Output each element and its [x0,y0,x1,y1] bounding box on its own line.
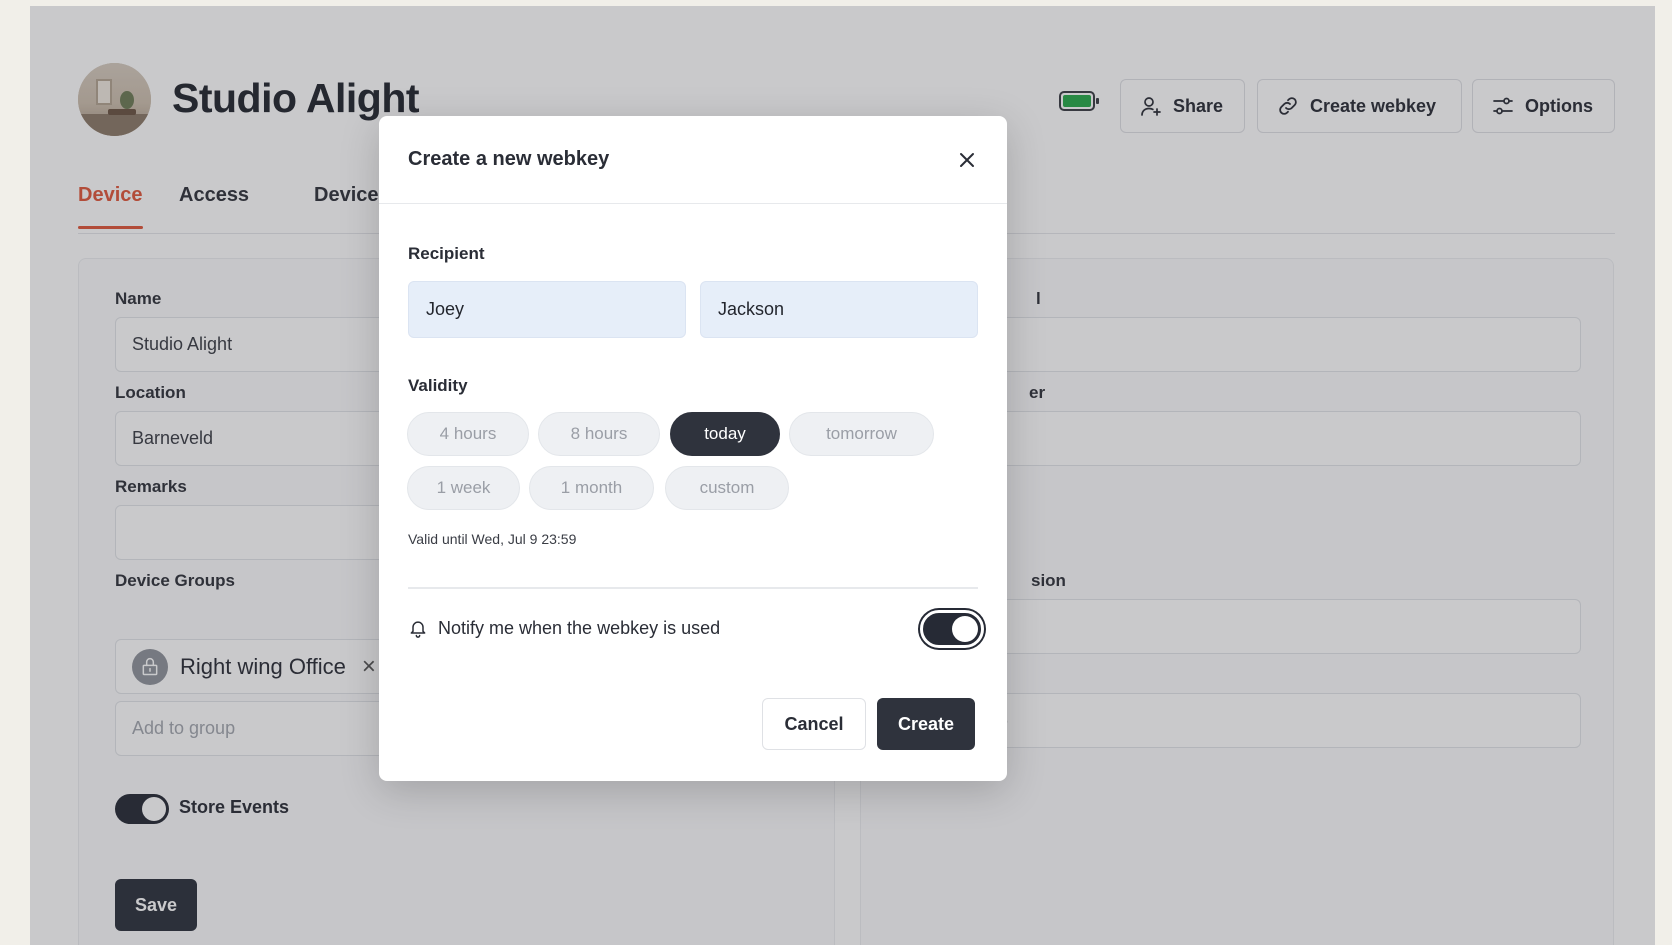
validity-chip-today[interactable]: today [670,412,780,456]
recipient-last-name-input[interactable]: Jackson [700,281,978,338]
validity-label: Validity [408,376,468,395]
validity-chip-8-hours[interactable]: 8 hours [538,412,660,456]
dialog-header: Create a new webkey [379,116,1007,204]
validity-chip-tomorrow[interactable]: tomorrow [789,412,934,456]
create-webkey-dialog: Create a new webkey Recipient Joey Jacks… [379,116,1007,781]
validity-chip-custom[interactable]: custom [665,466,789,510]
validity-chip-4-hours[interactable]: 4 hours [407,412,529,456]
create-button[interactable]: Create [877,698,975,750]
validity-chip-1-month[interactable]: 1 month [529,466,654,510]
recipient-first-name-input[interactable]: Joey [408,281,686,338]
notify-toggle[interactable] [920,610,984,648]
validity-chip-1-week[interactable]: 1 week [407,466,520,510]
recipient-label: Recipient [408,244,485,263]
dialog-title: Create a new webkey [408,148,610,170]
notify-label: Notify me when the webkey is used [438,618,721,638]
cancel-button[interactable]: Cancel [762,698,866,750]
valid-until-text: Valid until Wed, Jul 9 23:59 [408,531,577,547]
close-icon[interactable] [955,148,979,172]
bell-icon [410,621,426,638]
dialog-divider [408,587,978,589]
